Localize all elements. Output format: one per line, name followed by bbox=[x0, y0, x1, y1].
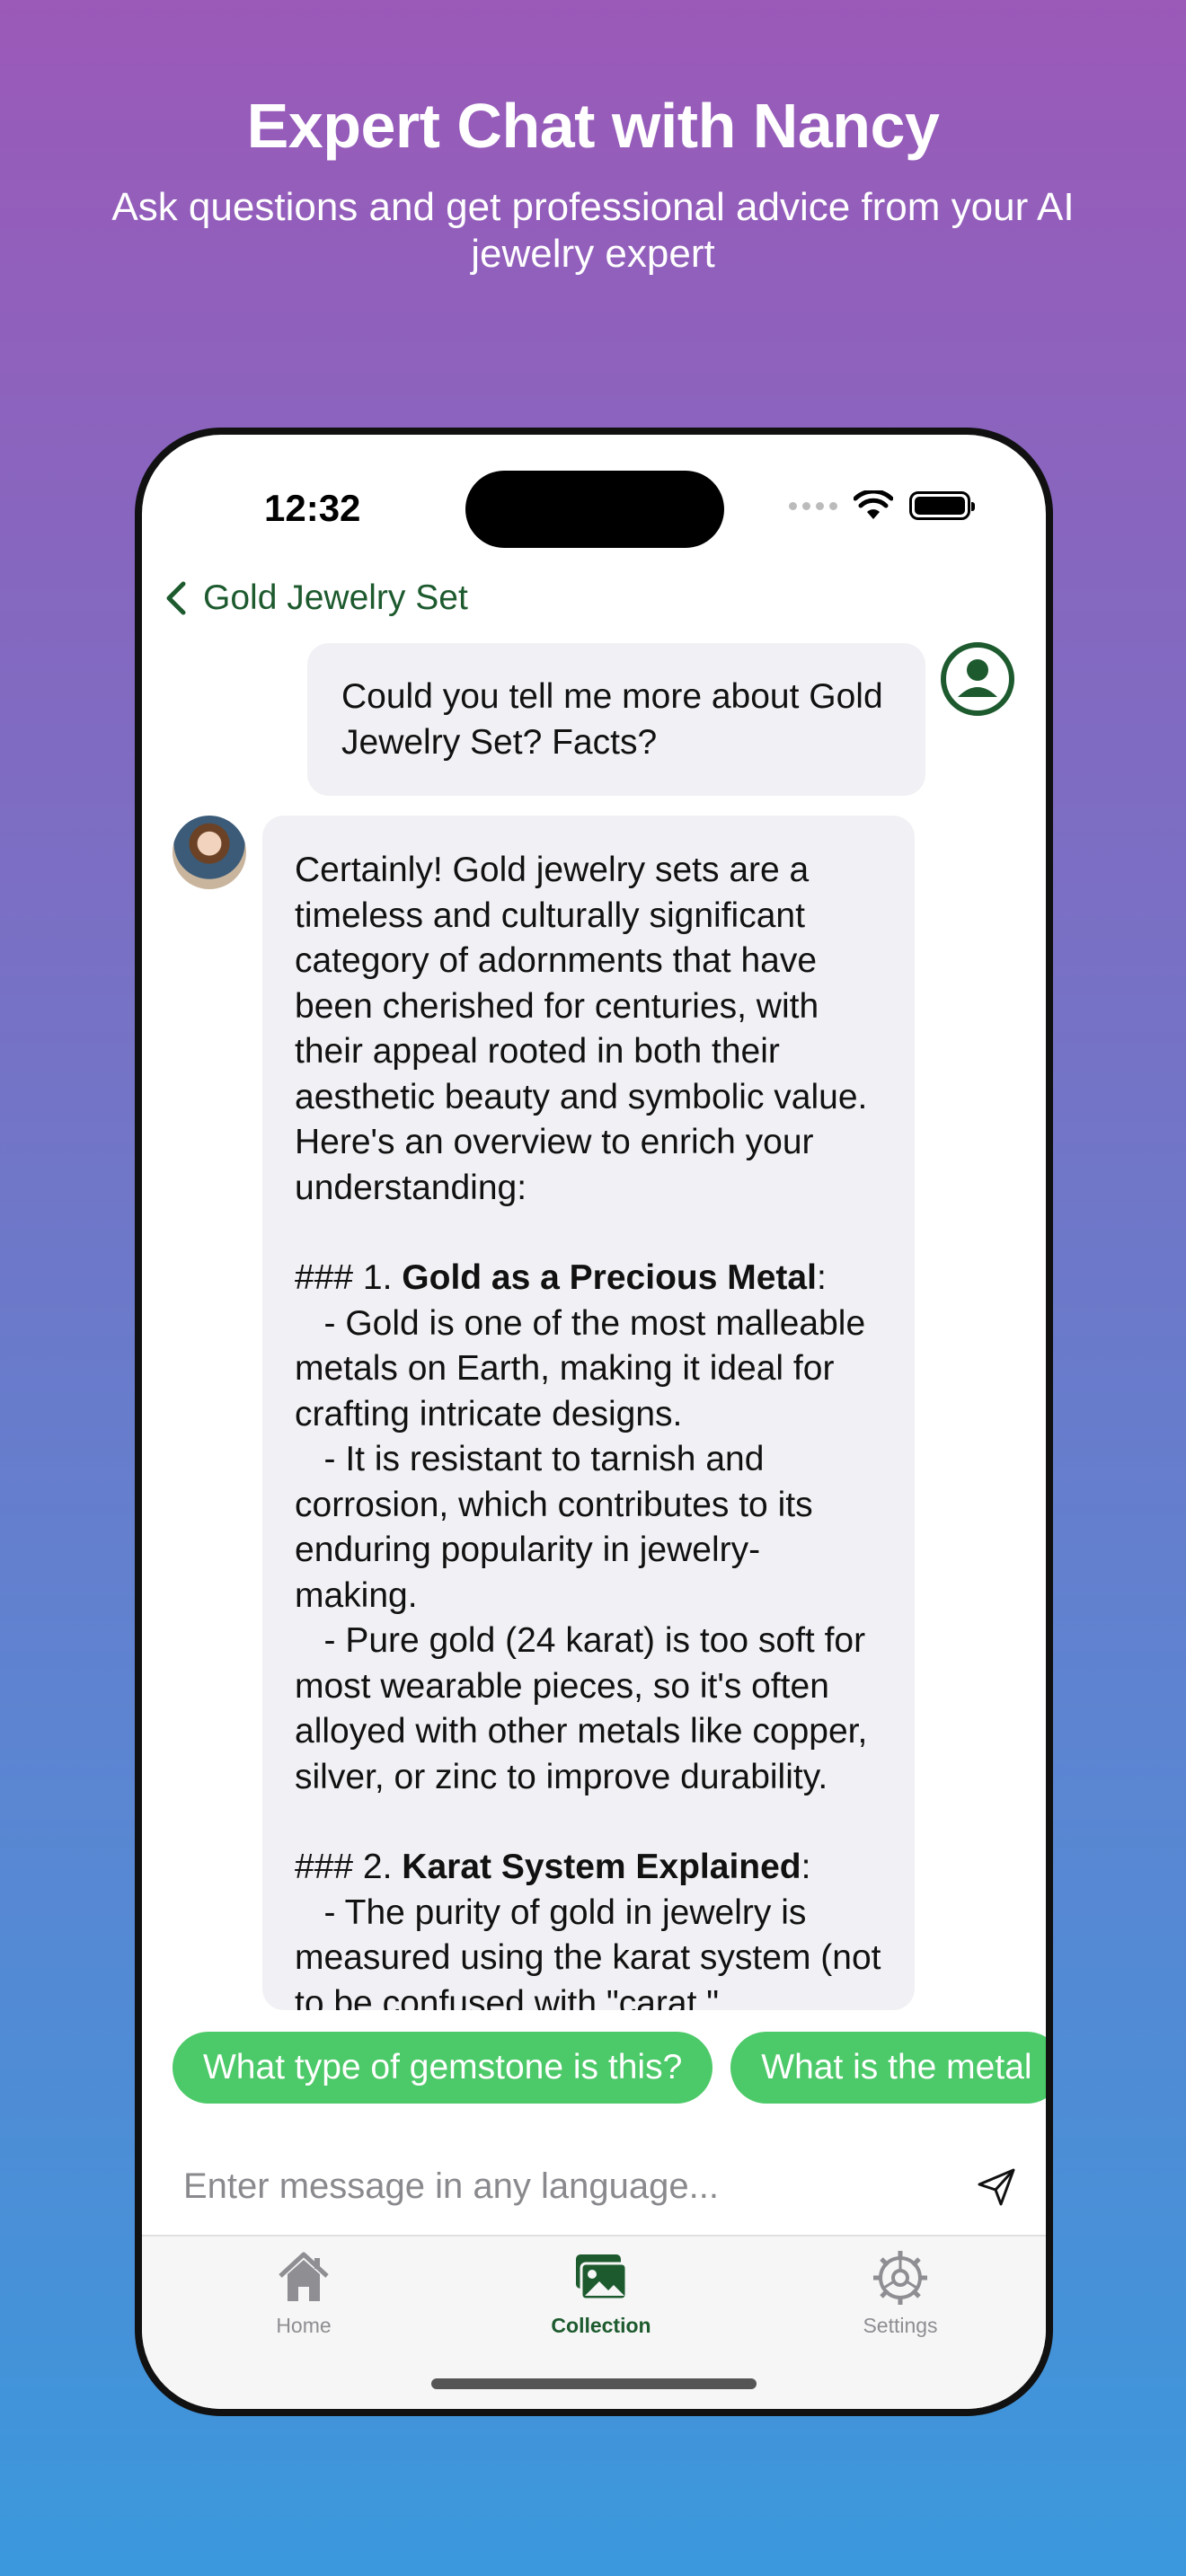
house-icon bbox=[279, 2252, 329, 2301]
message-input[interactable] bbox=[183, 2157, 902, 2215]
chevron-left-icon bbox=[166, 581, 186, 615]
tab-settings[interactable]: Settings bbox=[810, 2249, 990, 2338]
status-time: 12:32 bbox=[264, 487, 361, 529]
user-message-bubble: Could you tell me more about Gold Jewelr… bbox=[307, 643, 925, 796]
suggestion-chips: What type of gemstone is this? What is t… bbox=[173, 2032, 1046, 2104]
suggestion-chip[interactable]: What is the metal bbox=[730, 2032, 1046, 2104]
app-screen: 12:32 Gold Jewelry Set Could you tell me… bbox=[142, 435, 1046, 2409]
back-button[interactable]: Gold Jewelry Set bbox=[165, 578, 468, 618]
phone-frame: 12:32 Gold Jewelry Set Could you tell me… bbox=[135, 428, 1053, 2416]
promo-subtitle: Ask questions and get professional advic… bbox=[111, 185, 1075, 276]
bot-message-bubble: Certainly! Gold jewelry sets are a timel… bbox=[262, 816, 915, 2010]
user-avatar-icon bbox=[941, 642, 1014, 716]
suggestion-chip[interactable]: What type of gemstone is this? bbox=[173, 2032, 713, 2104]
bot-intro: Certainly! Gold jewelry sets are a timel… bbox=[295, 851, 878, 1207]
home-indicator bbox=[431, 2378, 757, 2389]
nav-title: Gold Jewelry Set bbox=[203, 578, 468, 617]
tab-home[interactable]: Home bbox=[214, 2249, 394, 2338]
send-icon[interactable] bbox=[976, 2166, 1017, 2208]
status-icons bbox=[789, 490, 975, 521]
composer bbox=[142, 2141, 1046, 2231]
tab-bar: Home Collection Settings bbox=[142, 2235, 1046, 2409]
gear-icon bbox=[873, 2251, 927, 2305]
promo-title: Expert Chat with Nancy bbox=[246, 91, 940, 161]
wifi-icon bbox=[854, 490, 893, 519]
tab-collection[interactable]: Collection bbox=[511, 2249, 691, 2338]
battery-icon bbox=[909, 491, 975, 520]
bot-section-1: ### 1. Gold as a Precious Metal: - Gold … bbox=[295, 1258, 868, 1796]
signal-icon bbox=[789, 501, 837, 510]
photos-icon bbox=[576, 2254, 628, 2301]
bot-section-2: ### 2. Karat System Explained: - The pur… bbox=[295, 1848, 891, 2010]
expert-avatar bbox=[173, 816, 246, 889]
dynamic-island bbox=[465, 471, 724, 548]
